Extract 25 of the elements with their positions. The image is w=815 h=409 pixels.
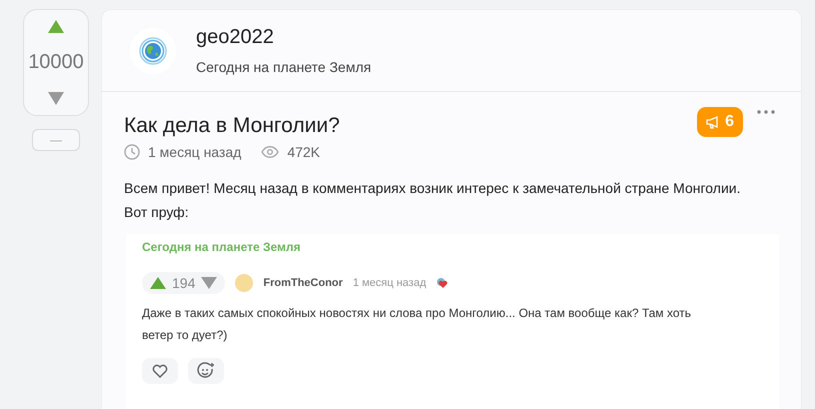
eye-icon (261, 146, 280, 158)
community-subtitle: Сегодня на планете Земля (196, 59, 372, 75)
embedded-community: Сегодня на планете Земля (142, 240, 302, 254)
more-icon (757, 110, 775, 114)
upvote-icon (150, 277, 166, 289)
downvote-icon[interactable] (48, 92, 64, 105)
post-paragraph: Вот пруф: (124, 203, 190, 222)
downvote-icon (201, 277, 218, 289)
comment-time: 1 месяц назад (352, 277, 426, 289)
post-paragraph: Всем привет! Месяц назад в комментариях возник интерес к замечательной стране Монголии. (124, 179, 742, 198)
post-title[interactable]: Как дела в Монголии? (124, 114, 698, 138)
vote-score: 10000 (28, 51, 84, 74)
comment-score: 194 (172, 275, 196, 291)
view-count: 472K (287, 144, 320, 160)
megaphone-icon (706, 116, 720, 128)
comment-text: Даже в таких самых спокойных новостях ни слова про Монголию... Она там вообще как? Там хоть ветер то дует?) (142, 305, 692, 344)
clock-icon (124, 144, 140, 160)
avatar-icon (235, 274, 254, 292)
upvote-icon[interactable] (48, 20, 64, 33)
post-time: 1 месяц назад (148, 144, 242, 160)
add-reaction-icon (197, 362, 215, 380)
comment-author: FromTheConor (263, 277, 343, 289)
like-button[interactable] (142, 358, 178, 384)
community-name[interactable]: geo2022 (196, 26, 372, 49)
reaction-button[interactable] (188, 358, 224, 384)
